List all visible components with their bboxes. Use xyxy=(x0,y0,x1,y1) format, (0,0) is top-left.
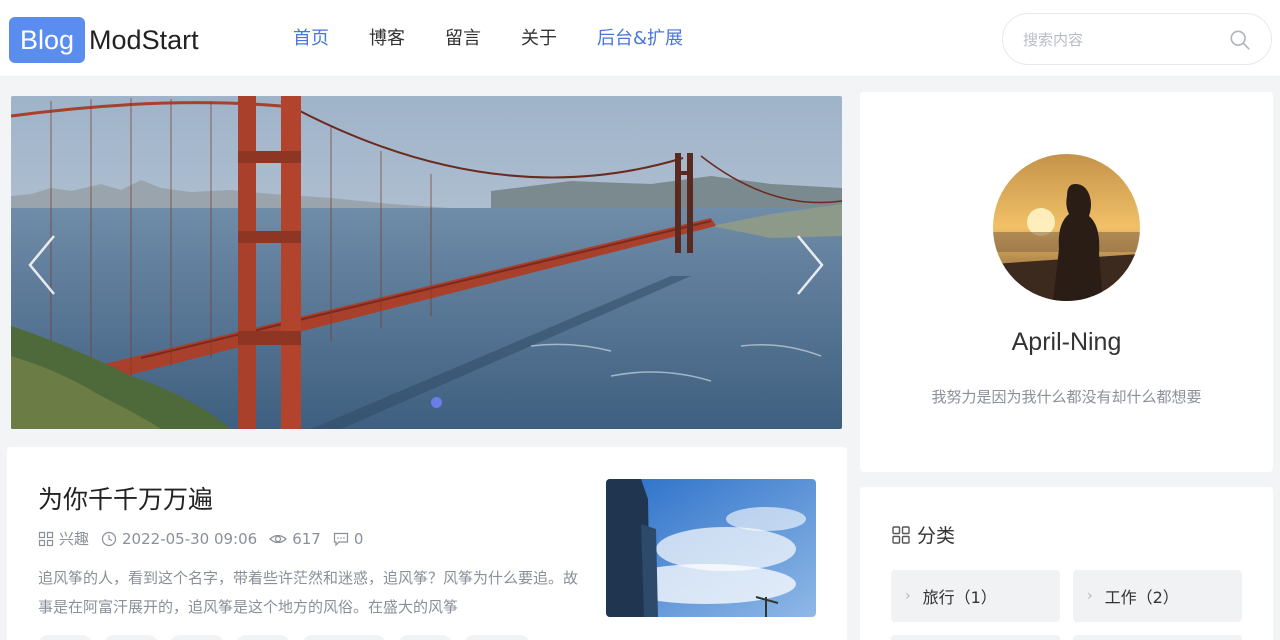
meta-views-value: 617 xyxy=(292,529,321,548)
logo-badge: Blog xyxy=(9,17,86,63)
logo-text: ModStart xyxy=(89,24,199,55)
meta-category[interactable]: 兴趣 xyxy=(38,528,89,549)
category-item-label: 工作（2） xyxy=(1104,588,1179,607)
tag-pill[interactable] xyxy=(302,635,386,640)
eye-icon xyxy=(269,534,288,543)
category-item-placeholder[interactable] xyxy=(1073,635,1242,640)
category-title-label: 分类 xyxy=(917,525,956,547)
tag-pill[interactable] xyxy=(464,635,530,640)
article-meta: 兴趣 2022-05-30 09:06 617 0 xyxy=(38,528,375,549)
clock-icon xyxy=(101,531,117,546)
chevron-right-icon[interactable] xyxy=(790,230,830,300)
meta-comments: 0 xyxy=(333,529,364,548)
avatar[interactable] xyxy=(993,154,1140,301)
category-item-placeholder[interactable] xyxy=(891,635,1060,640)
nav-item-blog[interactable]: 博客 xyxy=(369,24,405,54)
category-card: 分类 › 旅行（1） › 工作（2） xyxy=(860,487,1273,640)
tag-pill[interactable] xyxy=(104,635,158,640)
main-nav: 首页 博客 留言 关于 后台&扩展 xyxy=(293,24,723,54)
article-title[interactable]: 为你千千万万遍 xyxy=(38,480,213,516)
article-thumbnail[interactable] xyxy=(606,479,816,617)
category-item-travel[interactable]: › 旅行（1） xyxy=(891,570,1060,622)
meta-comments-value: 0 xyxy=(353,529,364,548)
comment-icon xyxy=(333,532,348,546)
meta-date: 2022-05-30 09:06 xyxy=(101,530,257,548)
article-card: 为你千千万万遍 兴趣 2022-05-30 09:06 617 0 追风筝的人，… xyxy=(7,447,847,640)
meta-views: 617 xyxy=(269,530,321,548)
chevron-left-icon[interactable] xyxy=(22,230,62,300)
nav-item-about[interactable]: 关于 xyxy=(521,24,557,54)
tag-pill[interactable] xyxy=(170,635,224,640)
search-input[interactable] xyxy=(1023,27,1223,53)
profile-card: April-Ning 我努力是因为我什么都没有却什么都想要 xyxy=(860,92,1273,472)
profile-bio: 我努力是因为我什么都没有却什么都想要 xyxy=(931,388,1202,406)
grid-icon xyxy=(38,531,54,546)
tag-pill[interactable] xyxy=(38,635,92,640)
category-item-label: 旅行（1） xyxy=(922,588,997,607)
article-tags-row xyxy=(38,635,542,640)
search-box xyxy=(1002,13,1272,65)
category-title: 分类 xyxy=(891,521,955,548)
chevron-right-icon: › xyxy=(905,588,911,604)
profile-name: April-Ning xyxy=(1011,328,1122,356)
article-excerpt: 追风筝的人，看到这个名字，带着些许茫然和迷惑，追风筝？风筝为什么要追。故事是在阿… xyxy=(38,569,579,616)
top-header: Blog ModStart 首页 博客 留言 关于 后台&扩展 xyxy=(0,0,1280,77)
carousel-dot-active[interactable] xyxy=(431,397,442,408)
site-logo[interactable]: Blog ModStart xyxy=(9,17,199,63)
search-icon[interactable] xyxy=(1229,29,1251,51)
nav-item-home[interactable]: 首页 xyxy=(293,24,329,54)
meta-date-value: 2022-05-30 09:06 xyxy=(122,529,258,548)
category-item-work[interactable]: › 工作（2） xyxy=(1073,570,1242,622)
chevron-right-icon: › xyxy=(1087,588,1093,604)
tag-pill[interactable] xyxy=(236,635,290,640)
meta-category-label: 兴趣 xyxy=(59,530,90,548)
grid-icon xyxy=(892,525,910,544)
nav-item-message[interactable]: 留言 xyxy=(445,24,481,54)
banner-carousel-image[interactable] xyxy=(11,96,842,429)
nav-item-admin[interactable]: 后台&扩展 xyxy=(597,24,683,54)
tag-pill[interactable] xyxy=(398,635,452,640)
